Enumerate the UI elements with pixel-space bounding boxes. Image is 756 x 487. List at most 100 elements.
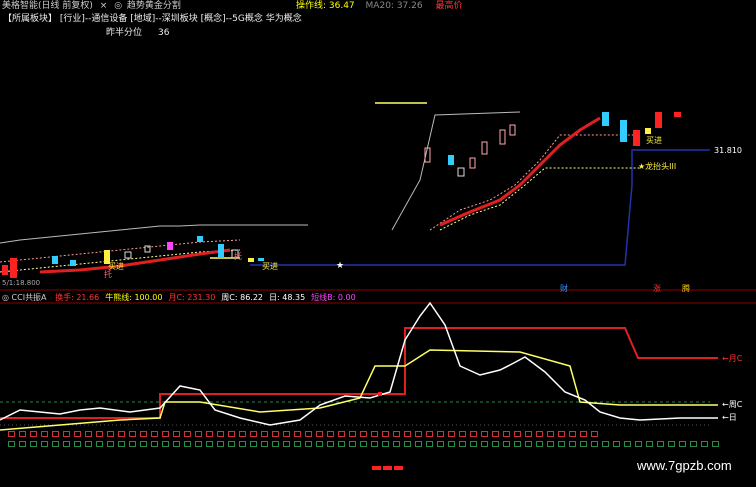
signal-square	[327, 431, 334, 437]
signal-square	[294, 441, 301, 447]
formula-title: 趋势黄金分割	[126, 1, 181, 11]
day-line	[0, 301, 718, 426]
signal-square	[448, 431, 455, 437]
signal-square	[635, 441, 642, 447]
half-year-value: 36	[158, 28, 170, 38]
signal-square	[52, 441, 59, 447]
signal-square	[547, 431, 554, 437]
signal-square	[459, 431, 466, 437]
star-marker-1: ★	[336, 261, 344, 271]
signal-square	[327, 441, 334, 447]
signal-square	[371, 431, 378, 437]
indicator-item: 短线B: 0.00	[311, 293, 356, 302]
signal-square	[19, 441, 26, 447]
signal-square	[118, 431, 125, 437]
indicator-item: 换手: 21.66	[55, 293, 100, 302]
header-values: 操作线: 36.47 MA20: 37.26 最高价	[296, 1, 462, 12]
signal-square	[74, 431, 81, 437]
signal-square	[261, 441, 268, 447]
signal-square	[272, 441, 279, 447]
signal-square	[536, 431, 543, 437]
signal-square	[393, 431, 400, 437]
signal-square	[162, 441, 169, 447]
buy-label-2: 买进	[262, 262, 278, 271]
event-marker-cai[interactable]: 财	[560, 284, 568, 294]
event-marker-zhang[interactable]: 涨	[653, 284, 661, 294]
signal-square	[151, 431, 158, 437]
signal-square	[162, 431, 169, 437]
signal-square	[283, 441, 290, 447]
op-line-value: 操作线: 36.47	[296, 1, 355, 11]
channel-mid-left	[0, 239, 241, 263]
indicator-name: CCI共振A	[11, 293, 47, 302]
signal-square	[415, 441, 422, 447]
signal-square	[657, 441, 664, 447]
signal-square	[184, 441, 191, 447]
signal-square	[195, 431, 202, 437]
signal-square	[437, 431, 444, 437]
signal-square	[569, 431, 576, 437]
signal-square	[360, 441, 367, 447]
signal-square	[195, 441, 202, 447]
signal-square	[360, 431, 367, 437]
settings-icon[interactable]: ◎	[2, 293, 9, 302]
signal-square	[371, 441, 378, 447]
signal-square	[415, 431, 422, 437]
signal-square	[184, 431, 191, 437]
signal-square	[525, 441, 532, 447]
signal-square	[52, 431, 59, 437]
signal-square	[382, 441, 389, 447]
signal-square	[151, 441, 158, 447]
signal-square	[349, 431, 356, 437]
signal-square	[591, 431, 598, 437]
signal-square	[272, 431, 279, 437]
close-icon[interactable]: ×	[100, 1, 108, 11]
sector-info: 【所属板块】 [行业]--通信设备 [地域]--深圳板块 [概念]--5G概念 …	[3, 14, 302, 24]
signal-square	[228, 431, 235, 437]
signal-square	[349, 441, 356, 447]
signal-square	[129, 431, 136, 437]
signal-square	[558, 431, 565, 437]
signal-square	[8, 441, 15, 447]
signal-square	[701, 441, 708, 447]
signal-square	[239, 441, 246, 447]
indicator-item: 周C: 86.22	[221, 293, 264, 302]
signal-square	[514, 441, 521, 447]
indicator-item: 日: 48.35	[269, 293, 306, 302]
signal-square	[569, 441, 576, 447]
signal-square	[41, 431, 48, 437]
watermark: www.7gpzb.com	[637, 458, 732, 473]
signal-square	[481, 441, 488, 447]
signal-square	[129, 441, 136, 447]
signal-square	[217, 431, 224, 437]
signal-square	[85, 441, 92, 447]
event-marker-teng[interactable]: 腾	[682, 284, 690, 294]
signal-square	[338, 441, 345, 447]
signal-squares-lower	[8, 441, 719, 447]
low-price-label: 5/1:18.800	[2, 279, 41, 287]
channel-mid-right-2	[439, 167, 640, 231]
signal-square	[646, 441, 653, 447]
signal-square	[459, 441, 466, 447]
signal-square	[173, 431, 180, 437]
signal-square	[382, 431, 389, 437]
stock-title: 美格智能(日线 前复权) × ◎ 趋势黄金分割	[2, 1, 181, 12]
chart-canvas: ★	[0, 102, 756, 470]
buy-label-3: 买进	[646, 136, 662, 145]
signal-square	[206, 431, 213, 437]
signal-square	[712, 441, 719, 447]
signal-square	[63, 431, 70, 437]
signal-square	[63, 441, 70, 447]
signal-square	[96, 441, 103, 447]
support-value-label: 31.810	[714, 146, 742, 155]
signal-square	[690, 441, 697, 447]
signal-square	[140, 441, 147, 447]
signal-square	[393, 441, 400, 447]
signal-square	[305, 431, 312, 437]
signal-square	[503, 431, 510, 437]
settings-icon[interactable]: ◎	[114, 1, 122, 11]
stock-name-label: 美格智能(日线 前复权)	[2, 1, 93, 11]
signal-square	[85, 431, 92, 437]
signal-square	[668, 441, 675, 447]
signal-square	[591, 441, 598, 447]
